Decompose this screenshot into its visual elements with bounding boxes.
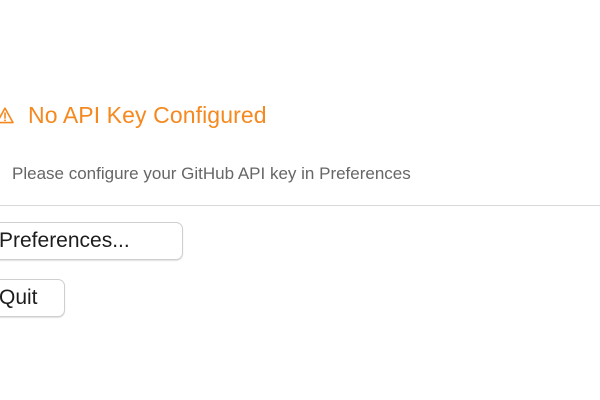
preferences-button[interactable]: Preferences... xyxy=(0,222,183,260)
alert-title: No API Key Configured xyxy=(28,101,267,128)
alert-header: No API Key Configured xyxy=(0,100,267,130)
alert-message: Please configure your GitHub API key in … xyxy=(12,164,411,183)
quit-button[interactable]: Quit xyxy=(0,279,65,317)
warning-icon xyxy=(0,106,14,124)
divider xyxy=(0,205,600,206)
alert-panel: No API Key Configured Please configure y… xyxy=(0,0,600,400)
